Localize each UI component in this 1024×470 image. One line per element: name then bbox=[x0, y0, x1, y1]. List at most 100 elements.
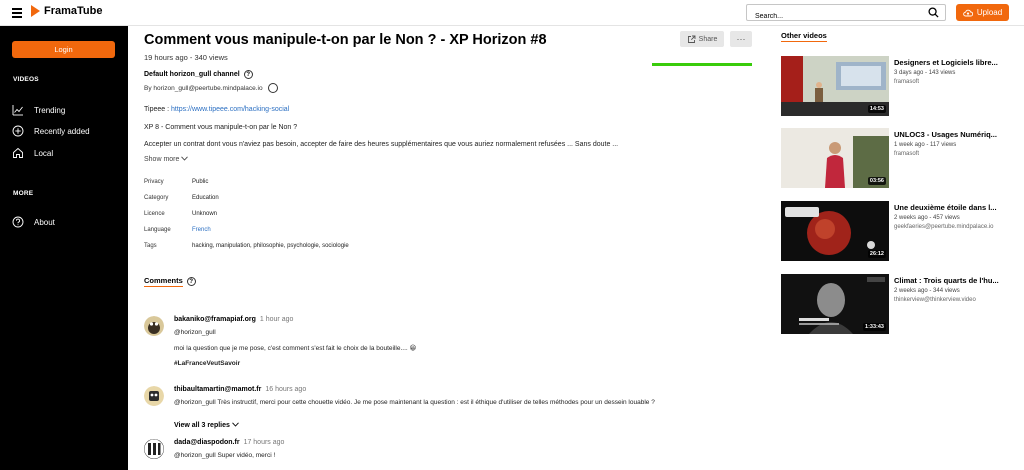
login-button[interactable]: Login bbox=[12, 41, 115, 58]
video-title[interactable]: UNLOC3 - Usages Numériq... bbox=[894, 130, 1004, 139]
attribute-label: Tags bbox=[144, 243, 157, 249]
video-meta: 3 days ago - 143 views bbox=[894, 70, 956, 76]
app-logo[interactable]: FramaTube bbox=[31, 5, 102, 17]
account-line[interactable]: By horizon_gull@peertube.mindpalace.io bbox=[144, 83, 278, 93]
attribute-label: Privacy bbox=[144, 179, 164, 185]
video-thumbnail[interactable]: 14:53 bbox=[781, 56, 889, 116]
video-duration: 14:53 bbox=[867, 105, 886, 113]
help-icon[interactable]: ? bbox=[243, 70, 253, 79]
attribute-label: Language bbox=[144, 227, 171, 233]
comment-author[interactable]: bakaniko@framapiaf.org bbox=[174, 316, 256, 323]
comment-time[interactable]: 1 hour ago bbox=[260, 316, 293, 323]
sidebar-item-label: Recently added bbox=[34, 126, 90, 136]
avatar[interactable] bbox=[144, 439, 164, 459]
attribute-value: Unknown bbox=[192, 211, 218, 217]
attribute-value[interactable]: French bbox=[192, 227, 211, 233]
chevron-down-icon bbox=[181, 156, 189, 161]
sidebar-item-label: Local bbox=[34, 148, 54, 158]
sidebar: Login VIDEOS Trending Recently added Loc… bbox=[0, 26, 128, 470]
sidebar-item-label: About bbox=[34, 217, 55, 227]
account-avatar bbox=[267, 83, 278, 93]
video-account[interactable]: geekfaeries@peertube.mindpalace.io bbox=[894, 224, 994, 230]
description-tipeee: Tipeee : https://www.tipeee.com/hacking-… bbox=[144, 106, 289, 113]
video-account[interactable]: thinkerview@thinkerview.video bbox=[894, 297, 976, 303]
attribute-value: Public bbox=[192, 179, 209, 185]
video-title[interactable]: Designers et Logiciels libre... bbox=[894, 58, 1004, 67]
search-input[interactable] bbox=[747, 9, 922, 24]
video-account[interactable]: framasoft bbox=[894, 79, 919, 85]
video-miniature[interactable]: 03:56 UNLOC3 - Usages Numériq... 1 week … bbox=[781, 128, 1017, 188]
account-label: By horizon_gull@peertube.mindpalace.io bbox=[144, 84, 263, 92]
video-meta: 2 weeks ago - 457 views bbox=[894, 215, 960, 221]
help-icon[interactable]: ? bbox=[186, 277, 196, 286]
channel-label: Default horizon_gull channel bbox=[144, 71, 240, 78]
video-duration: 26:12 bbox=[867, 250, 886, 258]
description-line: Accepter un contrat dont vous n'aviez pa… bbox=[144, 141, 619, 148]
video-title[interactable]: Climat : Trois quarts de l'hu... bbox=[894, 276, 1004, 285]
attribute-language: Language French bbox=[144, 227, 211, 233]
avatar[interactable] bbox=[144, 316, 164, 336]
upload-label: Upload bbox=[976, 8, 1003, 17]
home-icon bbox=[13, 147, 23, 158]
comment-text: @horizon_gull Très instructif, merci pou… bbox=[174, 399, 655, 406]
sidebar-item-recently-added[interactable]: Recently added bbox=[12, 125, 90, 137]
comment-author[interactable]: thibaultamartin@mamot.fr bbox=[174, 386, 261, 393]
video-duration: 03:56 bbox=[867, 177, 886, 185]
app-name: FramaTube bbox=[44, 5, 103, 17]
video-miniature[interactable]: 26:12 Une deuxième étoile dans l... 2 we… bbox=[781, 201, 1017, 261]
attribute-value[interactable]: hacking, manipulation, philosophie, psyc… bbox=[192, 243, 349, 249]
video-thumbnail[interactable]: 26:12 bbox=[781, 201, 889, 261]
other-videos-heading: Other videos bbox=[781, 31, 827, 42]
channel-name[interactable]: Default horizon_gull channel ? bbox=[144, 70, 253, 79]
comment-author[interactable]: dada@diaspodon.fr bbox=[174, 439, 240, 446]
plus-circle-icon bbox=[12, 125, 24, 137]
video-thumbnail[interactable]: 03:56 bbox=[781, 128, 889, 188]
chevron-down-icon bbox=[232, 422, 239, 427]
description-line: XP 8 - Comment vous manipule-t-on par le… bbox=[144, 124, 298, 131]
comments-label: Comments bbox=[144, 276, 183, 287]
video-miniature[interactable]: 1:33:43 Climat : Trois quarts de l'hu...… bbox=[781, 274, 1017, 334]
trending-icon bbox=[12, 105, 23, 116]
sidebar-item-local[interactable]: Local bbox=[12, 147, 53, 159]
comment-hashtag[interactable]: #LaFranceVeutSavoir bbox=[174, 360, 416, 367]
show-more-label: Show more bbox=[144, 156, 180, 163]
video-account[interactable]: framasoft bbox=[894, 151, 919, 157]
video-miniature[interactable]: 14:53 Designers et Logiciels libre... 3 … bbox=[781, 56, 1017, 116]
like-ratio-bar bbox=[652, 63, 752, 66]
video-meta: 1 week ago - 117 views bbox=[894, 142, 957, 148]
search-box bbox=[746, 4, 946, 24]
attribute-label: Licence bbox=[144, 211, 165, 217]
menu-toggle-icon[interactable] bbox=[12, 8, 22, 18]
share-button[interactable]: Share bbox=[680, 31, 724, 47]
avatar[interactable] bbox=[144, 386, 164, 406]
attribute-category: Category Education bbox=[144, 195, 219, 201]
attribute-value[interactable]: Education bbox=[192, 195, 219, 201]
more-options-button[interactable]: ··· bbox=[730, 31, 752, 47]
videos-heading: VIDEOS bbox=[13, 76, 39, 83]
other-videos-label: Other videos bbox=[781, 31, 827, 42]
sidebar-item-trending[interactable]: Trending bbox=[12, 104, 65, 116]
video-title: Comment vous manipule-t-on par le Non ? … bbox=[144, 32, 547, 48]
sidebar-item-about[interactable]: About bbox=[12, 216, 55, 228]
upload-button[interactable]: Upload bbox=[956, 4, 1009, 21]
more-heading: MORE bbox=[13, 190, 34, 197]
comment-text: moi la question que je me pose, c'est co… bbox=[174, 345, 417, 352]
comment-text: @horizon_gull Super vidéo, merci ! bbox=[174, 452, 276, 459]
show-more-link[interactable]: Show more bbox=[144, 156, 189, 163]
share-label: Share bbox=[698, 35, 718, 43]
help-circle-icon bbox=[12, 216, 24, 228]
video-meta: 19 hours ago - 340 views bbox=[144, 53, 228, 62]
tipeee-prefix: Tipeee : bbox=[144, 106, 171, 113]
logo-icon bbox=[31, 5, 40, 17]
attribute-privacy: Privacy Public bbox=[144, 179, 208, 185]
tipeee-link[interactable]: https://www.tipeee.com/hacking-social bbox=[171, 106, 289, 113]
comment-time[interactable]: 17 hours ago bbox=[244, 439, 285, 446]
search-icon[interactable] bbox=[928, 7, 939, 18]
attribute-licence: Licence Unknown bbox=[144, 211, 217, 217]
video-thumbnail[interactable]: 1:33:43 bbox=[781, 274, 889, 334]
comment-time[interactable]: 16 hours ago bbox=[265, 386, 306, 393]
share-icon bbox=[687, 35, 696, 43]
video-title[interactable]: Une deuxième étoile dans l... bbox=[894, 203, 1004, 212]
top-header: FramaTube Upload bbox=[0, 0, 1024, 26]
view-replies-link[interactable]: View all 3 replies bbox=[174, 422, 239, 429]
